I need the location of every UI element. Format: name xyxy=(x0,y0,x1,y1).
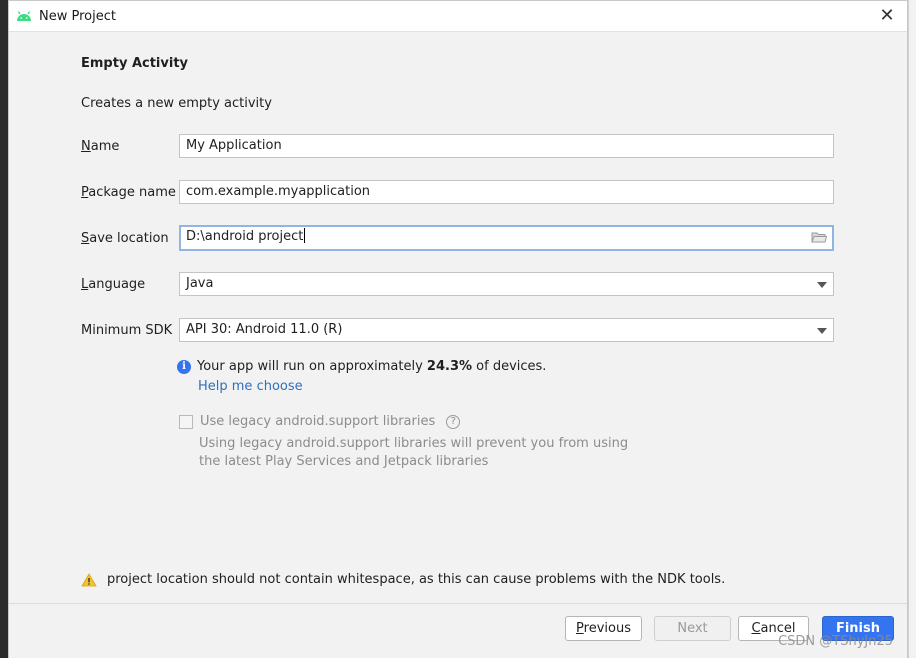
dropdown-arrow-icon xyxy=(817,328,827,334)
help-me-choose-link[interactable]: Help me choose xyxy=(198,379,303,394)
help-question-icon[interactable]: ? xyxy=(446,414,461,429)
legacy-support-row: Use legacy android.support libraries ? xyxy=(179,414,461,429)
dropdown-arrow-icon xyxy=(817,282,827,288)
text-caret xyxy=(304,228,306,243)
close-button[interactable]: ✕ xyxy=(875,5,899,29)
finish-button[interactable]: Finish xyxy=(822,616,894,641)
cancel-button[interactable]: Cancel xyxy=(738,616,809,641)
close-icon: ✕ xyxy=(879,5,895,26)
package-name-label: Package name xyxy=(81,185,176,200)
android-icon xyxy=(17,11,31,21)
save-location-input[interactable]: D:\android project xyxy=(179,225,834,251)
name-input[interactable]: My Application xyxy=(179,134,834,158)
info-icon: i xyxy=(177,359,191,374)
warning-icon xyxy=(81,572,97,586)
legacy-support-checkbox[interactable] xyxy=(179,414,193,429)
package-name-input[interactable]: com.example.myapplication xyxy=(179,180,834,204)
page-title: Empty Activity xyxy=(81,56,189,71)
page-subtitle: Creates a new empty activity xyxy=(81,96,272,111)
dialog-footer: Previous Next Cancel Finish xyxy=(9,603,907,658)
legacy-support-label: Use legacy android.support libraries xyxy=(200,414,436,429)
window-title: New Project xyxy=(39,9,116,24)
whitespace-warning: project location should not contain whit… xyxy=(81,572,725,587)
min-sdk-label: Minimum SDK xyxy=(81,323,173,338)
save-location-label: Save location xyxy=(81,231,169,246)
next-button[interactable]: Next xyxy=(654,616,731,641)
language-label: Language xyxy=(81,277,146,292)
background-app-right xyxy=(908,0,916,658)
language-select[interactable]: Java xyxy=(179,272,834,296)
warning-text: project location should not contain whit… xyxy=(107,572,726,587)
device-coverage-info: i Your app will run on approximately 24.… xyxy=(177,359,546,374)
folder-icon[interactable] xyxy=(811,230,827,244)
new-project-dialog: New Project ✕ Empty Activity Creates a n… xyxy=(8,0,908,658)
title-bar: New Project ✕ xyxy=(9,1,907,32)
previous-button[interactable]: Previous xyxy=(565,616,642,641)
name-label: Name xyxy=(81,139,120,154)
background-app-left xyxy=(0,0,8,658)
min-sdk-select[interactable]: API 30: Android 11.0 (R) xyxy=(179,318,834,342)
legacy-support-description: Using legacy android.support libraries w… xyxy=(199,436,629,469)
